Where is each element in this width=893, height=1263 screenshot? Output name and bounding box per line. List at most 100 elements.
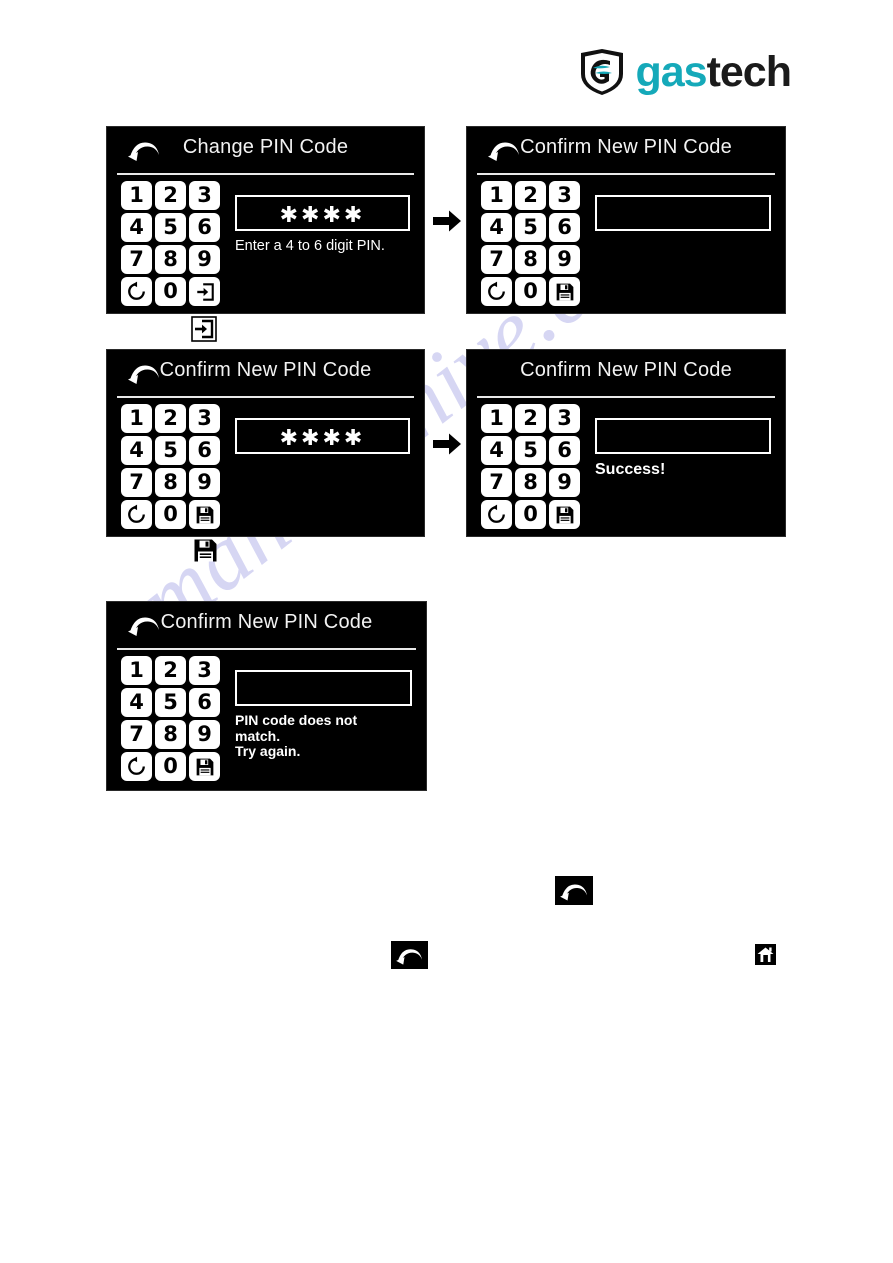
save-floppy-disk-icon[interactable] (549, 277, 580, 306)
screen-title: Confirm New PIN Code (159, 359, 372, 381)
key-3[interactable]: 3 (549, 404, 580, 433)
screen-title: Confirm New PIN Code (520, 136, 732, 158)
key-5[interactable]: 5 (515, 436, 546, 465)
key-1[interactable]: 1 (121, 656, 152, 685)
key-8[interactable]: 8 (515, 468, 546, 497)
key-6[interactable]: 6 (549, 436, 580, 465)
key-9[interactable]: 9 (549, 468, 580, 497)
reset-circular-arrow-icon[interactable] (121, 752, 152, 781)
key-0[interactable]: 0 (515, 277, 546, 306)
key-1[interactable]: 1 (481, 404, 512, 433)
device-screen-confirm-pin-empty: Confirm New PIN Code 1 2 3 4 5 6 7 8 9 0 (466, 126, 786, 314)
pin-masked-value: ✱✱✱✱ (279, 203, 366, 228)
reset-circular-arrow-icon[interactable] (121, 277, 152, 306)
logo-text-gas: gas (635, 47, 707, 96)
flow-arrow-right-icon (432, 207, 462, 235)
key-5[interactable]: 5 (155, 688, 186, 717)
device-screen-confirm-pin-success: Confirm New PIN Code 1 2 3 4 5 6 7 8 9 0 (466, 349, 786, 537)
key-2[interactable]: 2 (155, 181, 186, 210)
key-9[interactable]: 9 (549, 245, 580, 274)
key-9[interactable]: 9 (189, 720, 220, 749)
reset-circular-arrow-icon[interactable] (481, 277, 512, 306)
key-7[interactable]: 7 (121, 720, 152, 749)
screen-body: 1 2 3 4 5 6 7 8 9 0 (467, 177, 785, 313)
key-2[interactable]: 2 (515, 181, 546, 210)
pin-input-field[interactable] (235, 670, 412, 706)
key-4[interactable]: 4 (121, 688, 152, 717)
key-8[interactable]: 8 (155, 245, 186, 274)
title-divider (477, 173, 775, 175)
gastech-wordmark: gastech (635, 47, 792, 96)
key-7[interactable]: 7 (481, 468, 512, 497)
key-3[interactable]: 3 (549, 181, 580, 210)
key-4[interactable]: 4 (121, 436, 152, 465)
key-4[interactable]: 4 (481, 213, 512, 242)
key-1[interactable]: 1 (121, 181, 152, 210)
reset-circular-arrow-icon[interactable] (121, 500, 152, 529)
pin-entry-pane: ✱✱✱✱ (225, 400, 424, 536)
key-3[interactable]: 3 (189, 404, 220, 433)
screen-body: 1 2 3 4 5 6 7 8 9 0 ✱✱✱✱ (107, 400, 424, 536)
title-divider (117, 648, 416, 650)
page-root: manualshive.com gastech Change PIN Code … (0, 0, 893, 1263)
reset-circular-arrow-icon[interactable] (481, 500, 512, 529)
key-6[interactable]: 6 (549, 213, 580, 242)
save-floppy-disk-icon[interactable] (189, 500, 220, 529)
key-2[interactable]: 2 (515, 404, 546, 433)
key-8[interactable]: 8 (515, 245, 546, 274)
key-9[interactable]: 9 (189, 245, 220, 274)
key-5[interactable]: 5 (515, 213, 546, 242)
key-8[interactable]: 8 (155, 720, 186, 749)
key-1[interactable]: 1 (121, 404, 152, 433)
pin-input-field[interactable] (595, 418, 771, 454)
key-2[interactable]: 2 (155, 656, 186, 685)
title-divider (117, 396, 414, 398)
key-3[interactable]: 3 (189, 656, 220, 685)
pin-entry-pane (585, 177, 785, 313)
save-floppy-disk-icon[interactable] (189, 752, 220, 781)
key-0[interactable]: 0 (155, 277, 186, 306)
key-0[interactable]: 0 (155, 500, 186, 529)
status-message: Success! (595, 461, 666, 478)
gastech-shield-icon (579, 48, 625, 96)
title-divider (477, 396, 775, 398)
key-6[interactable]: 6 (189, 688, 220, 717)
screen-header: Confirm New PIN Code (467, 127, 785, 175)
key-7[interactable]: 7 (121, 468, 152, 497)
pin-entry-pane: Success! (585, 400, 785, 536)
key-3[interactable]: 3 (189, 181, 220, 210)
key-0[interactable]: 0 (155, 752, 186, 781)
key-6[interactable]: 6 (189, 436, 220, 465)
key-9[interactable]: 9 (189, 468, 220, 497)
numeric-keypad: 1 2 3 4 5 6 7 8 9 0 (107, 400, 225, 536)
key-7[interactable]: 7 (121, 245, 152, 274)
device-screen-confirm-pin-error: Confirm New PIN Code 1 2 3 4 5 6 7 8 9 0 (106, 601, 427, 791)
save-floppy-disk-icon[interactable] (549, 500, 580, 529)
flow-arrow-right-icon (432, 430, 462, 458)
screen-header: Confirm New PIN Code (107, 350, 424, 398)
key-7[interactable]: 7 (481, 245, 512, 274)
key-1[interactable]: 1 (481, 181, 512, 210)
enter-login-arrow-icon[interactable] (189, 277, 220, 306)
key-4[interactable]: 4 (121, 213, 152, 242)
screen-body: 1 2 3 4 5 6 7 8 9 0 PIN code does not ma… (107, 652, 426, 790)
key-5[interactable]: 5 (155, 436, 186, 465)
numeric-keypad: 1 2 3 4 5 6 7 8 9 0 (467, 400, 585, 536)
key-8[interactable]: 8 (155, 468, 186, 497)
key-5[interactable]: 5 (155, 213, 186, 242)
key-4[interactable]: 4 (481, 436, 512, 465)
home-tile-icon (755, 944, 776, 965)
pin-input-field[interactable]: ✱✱✱✱ (235, 195, 410, 231)
screen-title: Confirm New PIN Code (520, 359, 732, 381)
pin-input-field[interactable] (595, 195, 771, 231)
key-2[interactable]: 2 (155, 404, 186, 433)
logo-text-tech: tech (706, 47, 792, 96)
error-message: PIN code does not match. Try again. (235, 712, 358, 760)
key-0[interactable]: 0 (515, 500, 546, 529)
key-6[interactable]: 6 (189, 213, 220, 242)
pin-entry-pane: ✱✱✱✱ Enter a 4 to 6 digit PIN. (225, 177, 424, 313)
pin-input-field[interactable]: ✱✱✱✱ (235, 418, 410, 454)
gastech-logo: gastech (579, 47, 792, 96)
enter-login-arrow-icon (191, 316, 217, 342)
back-arrow-tile-icon (555, 876, 593, 905)
